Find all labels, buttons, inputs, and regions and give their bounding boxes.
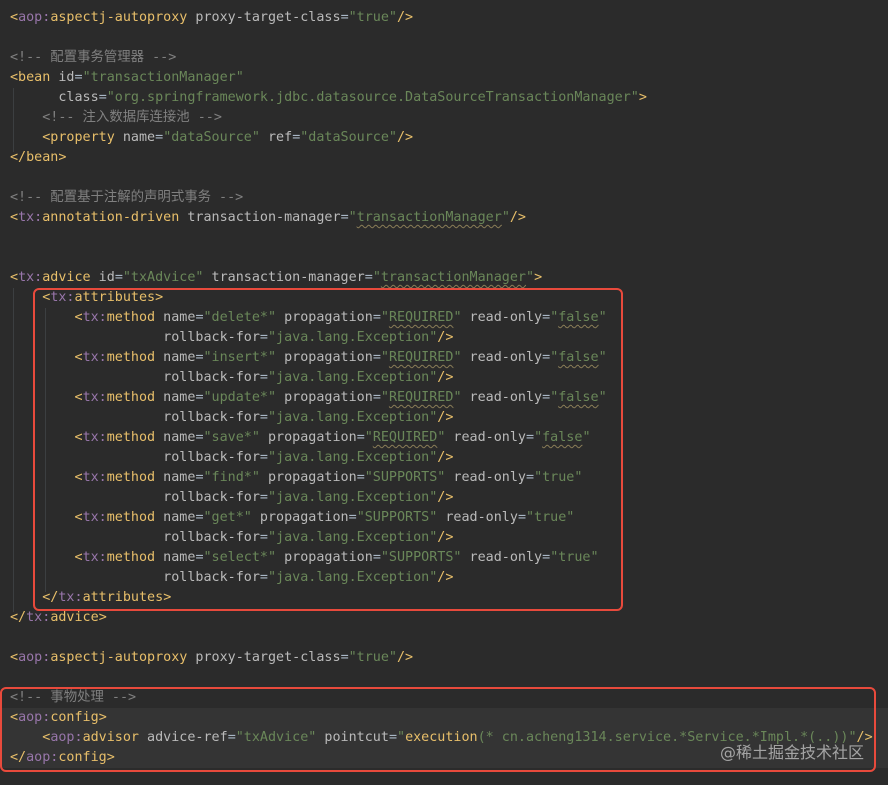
code-line: <!-- 注入数据库连接池 --> bbox=[10, 108, 222, 128]
code-token: id bbox=[90, 270, 115, 285]
code-token: " bbox=[526, 270, 535, 285]
code-line: </tx:advice> bbox=[10, 608, 107, 628]
code-line: <bean id="transactionManager" bbox=[10, 68, 244, 88]
code-token: = bbox=[340, 650, 349, 665]
code-line: <tx:advice id="txAdvice" transaction-man… bbox=[10, 268, 542, 288]
code-token: " bbox=[372, 270, 381, 285]
code-token: " bbox=[348, 210, 357, 225]
code-token: = bbox=[155, 130, 164, 145]
code-token: "transactionManager" bbox=[82, 70, 244, 85]
code-token: <property bbox=[10, 130, 115, 145]
code-line: <tx:annotation-driven transaction-manage… bbox=[10, 208, 526, 228]
watermark: @稀土掘金技术社区 bbox=[719, 743, 864, 762]
code-token: "dataSource" bbox=[300, 130, 397, 145]
code-token: aop: bbox=[18, 10, 51, 25]
code-line: </bean> bbox=[10, 148, 66, 168]
code-token: "true" bbox=[348, 650, 397, 665]
code-line: class="org.springframework.jdbc.datasour… bbox=[10, 88, 647, 108]
code-line: <!-- 配置事务管理器 --> bbox=[10, 48, 176, 68]
code-token: id bbox=[50, 70, 75, 85]
highlight-box-tx-attributes bbox=[33, 288, 623, 611]
code-token: name bbox=[114, 130, 156, 145]
code-line: <aop:aspectj-autoproxy proxy-target-clas… bbox=[10, 8, 413, 28]
code-token: tx: bbox=[26, 610, 51, 625]
code-token: transactionManager bbox=[380, 270, 526, 285]
code-token: ref bbox=[259, 130, 293, 145]
code-token: /> bbox=[397, 130, 414, 145]
code-token: < bbox=[10, 10, 19, 25]
code-token: aspectj-autoproxy bbox=[50, 10, 188, 25]
code-token: = bbox=[364, 270, 373, 285]
code-token: tx: bbox=[18, 270, 43, 285]
code-token: <!-- 注入数据库连接池 --> bbox=[10, 110, 222, 125]
code-token: transactionManager bbox=[356, 210, 502, 225]
code-token: /> bbox=[397, 650, 414, 665]
code-token: <!-- 配置基于注解的声明式事务 --> bbox=[10, 190, 244, 205]
code-token: < bbox=[10, 210, 19, 225]
code-token: < bbox=[10, 270, 19, 285]
code-token: aspectj-autoproxy bbox=[50, 650, 188, 665]
code-token: /> bbox=[397, 10, 414, 25]
code-token: > bbox=[638, 90, 647, 105]
code-token: </bean> bbox=[10, 150, 67, 165]
code-token: = bbox=[74, 70, 83, 85]
code-token: /> bbox=[509, 210, 526, 225]
code-token: > bbox=[98, 610, 107, 625]
code-token: aop: bbox=[18, 650, 51, 665]
code-token: <bean bbox=[10, 70, 51, 85]
code-token: "txAdvice" bbox=[122, 270, 204, 285]
code-token: "dataSource" bbox=[163, 130, 260, 145]
code-editor[interactable]: <aop:aspectj-autoproxy proxy-target-clas… bbox=[0, 0, 888, 785]
code-token: = bbox=[340, 210, 349, 225]
code-line: <!-- 配置基于注解的声明式事务 --> bbox=[10, 188, 243, 208]
code-token: = bbox=[98, 90, 107, 105]
code-token: advice bbox=[42, 270, 91, 285]
code-token: = bbox=[340, 10, 349, 25]
code-token: transaction-manager bbox=[179, 210, 341, 225]
code-token: </ bbox=[10, 610, 27, 625]
code-token: annotation-driven bbox=[42, 210, 180, 225]
code-token: "org.springframework.jdbc.datasource.Dat… bbox=[106, 90, 639, 105]
code-token: > bbox=[534, 270, 543, 285]
code-token: " bbox=[501, 210, 510, 225]
code-token: < bbox=[10, 650, 19, 665]
code-token: proxy-target-class bbox=[187, 10, 341, 25]
code-token: <!-- 配置事务管理器 --> bbox=[10, 50, 177, 65]
code-token: = bbox=[114, 270, 123, 285]
code-token: tx: bbox=[18, 210, 43, 225]
code-line: <property name="dataSource" ref="dataSou… bbox=[10, 128, 413, 148]
code-token: class bbox=[10, 90, 99, 105]
code-line: <aop:aspectj-autoproxy proxy-target-clas… bbox=[10, 648, 413, 668]
code-token: "true" bbox=[348, 10, 397, 25]
code-token: advice bbox=[50, 610, 99, 625]
code-token: proxy-target-class bbox=[187, 650, 341, 665]
code-token: transaction-manager bbox=[203, 270, 365, 285]
